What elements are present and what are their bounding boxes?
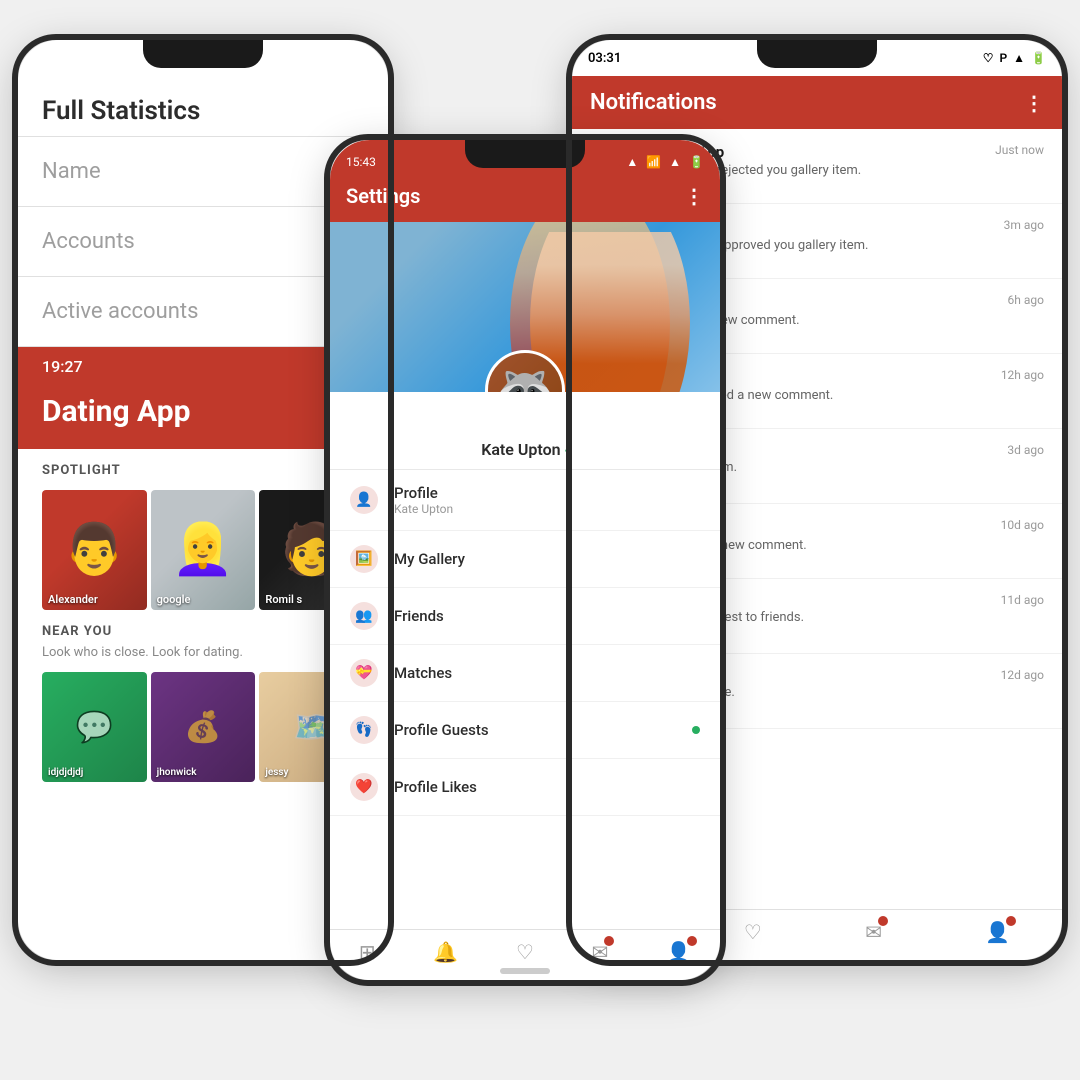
near-name-1: jhonwick [157, 767, 197, 778]
right-header-title: Notifications [590, 90, 717, 115]
spotlight-item-1[interactable]: 👱‍♀️ google [151, 490, 256, 610]
friends-menu-text: Friends [394, 607, 700, 625]
right-time: 03:31 [588, 51, 621, 66]
notif-time-4: 3d ago [1007, 443, 1044, 457]
guests-icon: 👣 [350, 716, 378, 744]
gallery-menu-text: My Gallery [394, 550, 700, 568]
guests-dot [692, 726, 700, 734]
time-value: 19:27 [42, 357, 83, 376]
near-item-0[interactable]: 💬 idjdjdjdj [42, 672, 147, 782]
guests-menu-text: Profile Guests [394, 721, 676, 739]
right-header: Notifications ⋮ [572, 76, 1062, 129]
menu-item-profile[interactable]: 👤 Profile Kate Upton [330, 470, 720, 531]
guests-menu-title: Profile Guests [394, 721, 676, 739]
menu-item-friends[interactable]: 👥 Friends [330, 588, 720, 645]
notif-time-3: 12h ago [1001, 368, 1044, 382]
gallery-icon: 🖼️ [350, 545, 378, 573]
profile-avatar: 🦝 [485, 350, 565, 392]
nav-bell[interactable]: 🔔 [433, 940, 458, 964]
center-phone: 15:43 ▲ 📶 ▲ 🔋 Settings ⋮ 🦝 ✓ Kate Upton … [330, 140, 720, 980]
wifi-status-icon: ▲ [1013, 51, 1025, 65]
nav-home[interactable]: ⊞ [359, 940, 376, 964]
center-status-bar: 15:43 ▲ 📶 ▲ 🔋 [330, 140, 720, 174]
likes-menu-title: Profile Likes [394, 778, 700, 796]
right-mail-badge [878, 916, 888, 926]
home-button[interactable] [500, 968, 550, 974]
matches-menu-title: Matches [394, 664, 700, 682]
notif-time-0: Just now [995, 143, 1044, 157]
nav-profile[interactable]: 👤 [666, 940, 691, 964]
profile-background: 🦝 ✓ [330, 222, 720, 392]
center-header-title: Settings [346, 184, 420, 208]
battery-icon: 🔋 [689, 155, 704, 169]
notif-time-1: 3m ago [1004, 218, 1044, 232]
right-nav-mail[interactable]: ✉ [865, 920, 882, 944]
nav-heart[interactable]: ♡ [516, 940, 534, 964]
gallery-menu-title: My Gallery [394, 550, 700, 568]
wifi-icon: ▲ [669, 155, 681, 169]
profile-menu-sub: Kate Upton [394, 502, 700, 516]
mail-badge [604, 936, 614, 946]
center-time: 15:43 [346, 155, 376, 169]
matches-menu-text: Matches [394, 664, 700, 682]
location-icon: ▲ [626, 155, 638, 169]
p-status-icon: P [999, 51, 1007, 65]
profile-icon: 👤 [350, 486, 378, 514]
spotlight-avatar-0: 👨 [63, 521, 125, 579]
spotlight-name-0: Alexander [48, 593, 98, 606]
spotlight-avatar-1: 👱‍♀️ [172, 521, 234, 579]
notif-time-5: 10d ago [1001, 518, 1044, 532]
notif-time-7: 12d ago [1001, 668, 1044, 682]
spotlight-item-0[interactable]: 👨 Alexander [42, 490, 147, 610]
spotlight-name-1: google [157, 593, 191, 606]
friends-menu-title: Friends [394, 607, 700, 625]
menu-item-gallery[interactable]: 🖼️ My Gallery [330, 531, 720, 588]
notif-time-6: 11d ago [1001, 593, 1044, 607]
profile-name: Kate Upton [481, 440, 560, 459]
likes-menu-text: Profile Likes [394, 778, 700, 796]
friends-icon: 👥 [350, 602, 378, 630]
nav-mail[interactable]: ✉ [592, 940, 609, 964]
online-indicator: • [565, 444, 569, 458]
raccoon-emoji: 🦝 [495, 366, 555, 392]
near-item-1[interactable]: 💰 jhonwick [151, 672, 256, 782]
signal-icon: 📶 [646, 155, 661, 169]
notif-time-2: 6h ago [1008, 293, 1044, 307]
right-status-bar: 03:31 ♡ P ▲ 🔋 [572, 40, 1062, 76]
right-nav-profile[interactable]: 👤 [985, 920, 1010, 944]
right-profile-badge [1006, 916, 1016, 926]
battery-status-icon: 🔋 [1031, 51, 1046, 65]
matches-icon: 💝 [350, 659, 378, 687]
profile-name-row: Kate Upton • [330, 440, 720, 469]
near-name-0: idjdjdjdj [48, 767, 83, 778]
menu-item-likes[interactable]: ❤️ Profile Likes [330, 759, 720, 816]
center-status-icons: ▲ 📶 ▲ 🔋 [626, 155, 704, 169]
near-name-2: jessy [265, 767, 288, 778]
right-status-icons: ♡ P ▲ 🔋 [983, 51, 1046, 65]
spotlight-name-2: Romil s [265, 593, 302, 606]
left-phone-title: Full Statistics [18, 76, 388, 136]
profile-badge [687, 936, 697, 946]
center-header-dots[interactable]: ⋮ [684, 184, 704, 208]
heart-status-icon: ♡ [983, 51, 994, 65]
likes-icon: ❤️ [350, 773, 378, 801]
center-header: Settings ⋮ [330, 174, 720, 222]
right-header-dots[interactable]: ⋮ [1024, 91, 1044, 115]
profile-avatar-container: 🦝 ✓ [485, 350, 565, 392]
profile-menu-title: Profile [394, 484, 700, 502]
menu-item-guests[interactable]: 👣 Profile Guests [330, 702, 720, 759]
profile-menu-text: Profile Kate Upton [394, 484, 700, 516]
right-nav-heart[interactable]: ♡ [744, 920, 762, 944]
menu-item-matches[interactable]: 💝 Matches [330, 645, 720, 702]
